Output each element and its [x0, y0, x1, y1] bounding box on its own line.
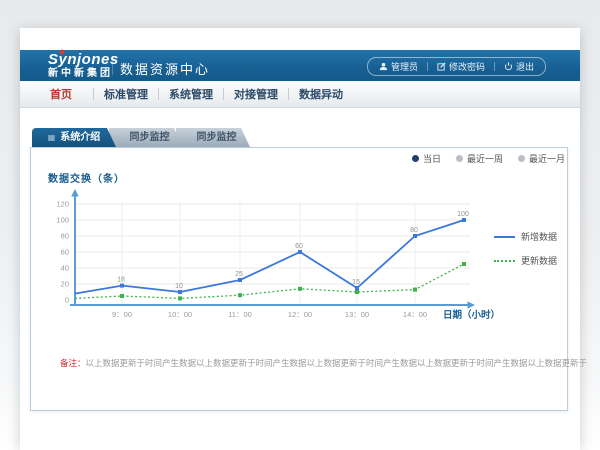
svg-text:40: 40 — [61, 264, 69, 273]
nav-item-home[interactable]: 首页 — [32, 86, 90, 102]
company-logo: Synjones 新中新集团 — [48, 52, 119, 79]
nav-item-standards[interactable]: 标准管理 — [97, 86, 155, 102]
svg-text:120: 120 — [56, 200, 69, 209]
nav-item-integration[interactable]: 对接管理 — [227, 86, 285, 102]
svg-text:14：00: 14：00 — [403, 310, 427, 319]
tab-sync-monitor-1[interactable]: 同步监控 — [109, 128, 183, 147]
power-icon — [504, 62, 513, 71]
legend-label: 新增数据 — [521, 230, 557, 243]
nav-item-system[interactable]: 系统管理 — [162, 86, 220, 102]
main-nav: 首页 标准管理 系统管理 对接管理 数据异动 — [20, 81, 580, 108]
logout-label: 退出 — [516, 60, 534, 73]
svg-text:12：00: 12：00 — [288, 310, 312, 319]
browser-page: Synjones 新中新集团 数据资源中心 管理员 修改密码 — [20, 28, 580, 450]
tab-bar: ▦ 系统介绍 同步监控 同步监控 — [32, 128, 250, 147]
radio-dot-icon — [412, 155, 419, 162]
svg-text:25: 25 — [235, 271, 243, 278]
radio-today[interactable]: 当日 — [412, 152, 441, 165]
legend-item-update-data[interactable]: 更新数据 — [494, 254, 557, 267]
user-icon — [379, 62, 388, 71]
svg-text:18: 18 — [117, 277, 125, 284]
svg-text:60: 60 — [61, 248, 69, 257]
svg-text:9：00: 9：00 — [112, 310, 132, 319]
grid-icon: ▦ — [48, 128, 56, 147]
svg-text:10：00: 10：00 — [168, 310, 192, 319]
logo-text: Synjones — [48, 51, 119, 68]
svg-text:80: 80 — [410, 227, 418, 234]
svg-text:100: 100 — [56, 216, 69, 225]
footnote-text: 以上数据更新于时间产生数据以上数据更新于时间产生数据以上数据更新于时间产生数据以… — [86, 358, 588, 368]
time-range-filter: 当日 最近一周 最近一月 — [412, 152, 565, 165]
nav-separator — [158, 88, 159, 100]
tab-sync-monitor-2[interactable]: 同步监控 — [176, 128, 250, 147]
nav-item-data-change[interactable]: 数据异动 — [292, 86, 350, 102]
page-title: 数据资源中心 — [120, 59, 210, 78]
app-header: Synjones 新中新集团 数据资源中心 管理员 修改密码 — [20, 50, 580, 81]
nav-separator — [288, 88, 289, 100]
nav-separator — [93, 88, 94, 100]
change-password-label: 修改密码 — [449, 60, 485, 73]
user-menu-separator — [494, 62, 495, 71]
logo-wordmark: Synjones — [48, 52, 119, 67]
radio-label: 最近一周 — [467, 152, 503, 165]
svg-text:0: 0 — [65, 296, 69, 305]
legend-label: 更新数据 — [521, 254, 557, 267]
svg-text:13：00: 13：00 — [345, 310, 369, 319]
edit-icon — [437, 62, 446, 71]
dotted-line-swatch-icon — [494, 260, 515, 262]
svg-text:11：00: 11：00 — [228, 310, 252, 319]
radio-label: 最近一月 — [529, 152, 565, 165]
footnote: 备注：以上数据更新于时间产生数据以上数据更新于时间产生数据以上数据更新于时间产生… — [60, 357, 560, 369]
change-password-button[interactable]: 修改密码 — [437, 60, 485, 73]
solid-line-swatch-icon — [494, 236, 515, 238]
exchange-line-chart: 0 20 40 60 80 100 120 9：00 10：00 11：00 12：00 13：00 1… — [40, 188, 545, 326]
radio-last-week[interactable]: 最近一周 — [456, 152, 503, 165]
admin-user-button[interactable]: 管理员 — [379, 60, 418, 73]
tab-system-intro[interactable]: ▦ 系统介绍 — [32, 128, 116, 147]
svg-text:15: 15 — [352, 279, 360, 286]
user-menu-separator — [427, 62, 428, 71]
footnote-label: 备注： — [60, 358, 86, 368]
admin-label: 管理员 — [391, 60, 418, 73]
svg-text:日期（小时）: 日期（小时） — [443, 309, 500, 321]
svg-text:80: 80 — [61, 232, 69, 241]
user-menu: 管理员 修改密码 退出 — [367, 57, 546, 76]
legend-item-new-data[interactable]: 新增数据 — [494, 230, 557, 243]
logo-subtitle: 新中新集团 — [48, 69, 119, 79]
logout-button[interactable]: 退出 — [504, 60, 534, 73]
nav-separator — [223, 88, 224, 100]
chart-y-axis-title: 数据交换（条） — [48, 170, 125, 185]
svg-text:100: 100 — [457, 211, 469, 218]
svg-text:20: 20 — [61, 280, 69, 289]
radio-label: 当日 — [423, 152, 441, 165]
header-divider — [112, 56, 113, 75]
radio-dot-icon — [456, 155, 463, 162]
chart-legend: 新增数据 更新数据 — [494, 230, 557, 278]
svg-text:10: 10 — [175, 283, 183, 290]
tab-label: 系统介绍 — [60, 128, 100, 147]
radio-dot-icon — [518, 155, 525, 162]
radio-last-month[interactable]: 最近一月 — [518, 152, 565, 165]
svg-text:60: 60 — [295, 243, 303, 250]
